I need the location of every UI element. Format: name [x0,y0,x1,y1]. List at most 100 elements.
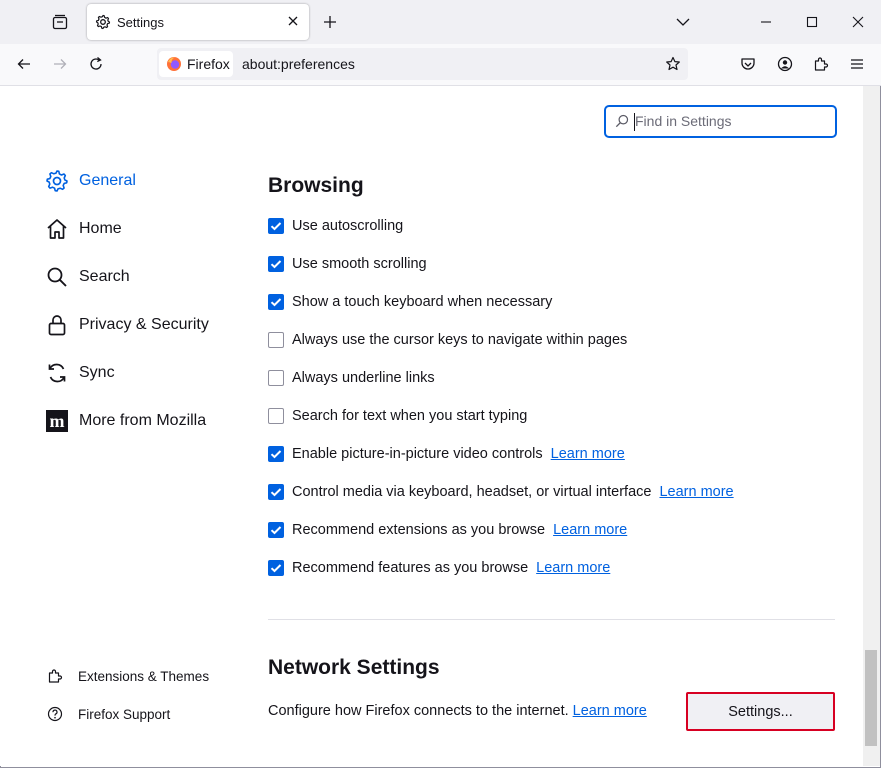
scrollbar[interactable] [863,86,880,766]
checkmark-icon [270,564,282,573]
sidebar-item-label: Privacy & Security [79,316,209,333]
puzzle-icon [48,669,63,683]
checkbox[interactable] [268,256,284,272]
identity-label: Firefox [187,56,230,72]
checkbox[interactable] [268,446,284,462]
option-label: Use autoscrolling [292,218,404,234]
network-settings-button[interactable]: Settings... [686,692,835,731]
find-in-settings[interactable] [604,105,837,138]
checkbox[interactable] [268,294,284,310]
option-label: Recommend extensions as you browse [292,522,546,538]
search-input[interactable] [635,113,825,129]
pocket-icon[interactable] [740,56,756,72]
learn-more-link[interactable]: Learn more [536,560,610,576]
option-search-when-typing[interactable]: Search for text when you start typing [268,406,527,426]
sidebar-item-label: More from Mozilla [79,412,207,429]
option-underline-links[interactable]: Always underline links [268,368,435,388]
option-label: Always use the cursor keys to navigate w… [292,332,628,348]
network-description-text: Configure how Firefox connects to the in… [268,703,569,719]
svg-text:m: m [50,411,65,431]
checkbox[interactable] [268,560,284,576]
option-picture-in-picture[interactable]: Enable picture-in-picture video controls… [268,444,625,464]
checkmark-icon [270,260,282,269]
option-label: Enable picture-in-picture video controls [292,446,543,462]
sidebar-footer-firefox-support[interactable]: Firefox Support [47,704,170,724]
list-tabs-chevron-down-icon[interactable] [675,14,691,30]
url-text[interactable]: about:preferences [242,56,355,72]
footer-label: Extensions & Themes [78,668,210,684]
menu-hamburger-icon[interactable] [849,56,865,72]
network-description: Configure how Firefox connects to the in… [268,703,647,719]
navigation-toolbar: Firefox about:preferences [0,44,881,86]
checkbox[interactable] [268,370,284,386]
browsing-heading: Browsing [268,174,364,197]
option-label: Control media via keyboard, headset, or … [292,484,652,500]
forward-arrow-icon[interactable] [52,56,68,72]
checkbox[interactable] [268,522,284,538]
identity-box[interactable]: Firefox [159,51,233,77]
back-arrow-icon[interactable] [16,56,32,72]
help-icon [47,706,63,722]
extensions-puzzle-icon[interactable] [813,56,829,72]
option-label: Recommend features as you browse [292,560,529,576]
option-label: Search for text when you start typing [292,408,528,424]
tab-title: Settings [117,15,164,30]
option-autoscrolling[interactable]: Use autoscrolling [268,216,403,236]
account-icon[interactable] [777,56,793,72]
option-media-control[interactable]: Control media via keyboard, headset, or … [268,482,734,502]
option-recommend-features[interactable]: Recommend features as you browse Learn m… [268,558,610,578]
sidebar-item-privacy[interactable]: Privacy & Security [45,311,209,339]
checkmark-icon [270,222,282,231]
tab-settings[interactable]: Settings [87,4,309,40]
tab-overview-icon[interactable] [52,14,68,30]
checkmark-icon [270,450,282,459]
learn-more-link[interactable]: Learn more [551,446,625,462]
checkbox[interactable] [268,484,284,500]
checkbox[interactable] [268,332,284,348]
new-tab-icon[interactable] [322,14,338,30]
checkmark-icon [270,488,282,497]
option-cursor-keys[interactable]: Always use the cursor keys to navigate w… [268,330,627,350]
maximize-icon[interactable] [804,14,820,30]
search-icon [615,114,629,128]
gear-icon [46,170,68,192]
tab-bar: Settings [0,0,881,44]
firefox-logo-icon [167,57,181,71]
checkmark-icon [270,298,282,307]
close-window-icon[interactable] [850,14,866,30]
sidebar-item-sync[interactable]: Sync [45,359,115,387]
learn-more-link[interactable]: Learn more [553,522,627,538]
sidebar-item-more-from-mozilla[interactable]: m More from Mozilla [45,407,206,435]
url-bar[interactable]: Firefox about:preferences [157,48,688,80]
network-settings-heading: Network Settings [268,656,440,679]
sidebar-item-home[interactable]: Home [45,215,122,243]
sidebar-item-general[interactable]: General [45,167,136,195]
checkbox[interactable] [268,218,284,234]
gear-icon [95,14,111,30]
close-tab-icon[interactable] [285,13,301,29]
checkbox[interactable] [268,408,284,424]
minimize-icon[interactable] [758,14,774,30]
section-divider [268,619,835,620]
reload-icon[interactable] [88,56,104,72]
footer-label: Firefox Support [78,706,171,722]
learn-more-link[interactable]: Learn more [573,703,647,719]
scrollbar-thumb[interactable] [865,650,877,746]
learn-more-link[interactable]: Learn more [659,484,733,500]
lock-icon [48,315,66,336]
option-touch-keyboard[interactable]: Show a touch keyboard when necessary [268,292,552,312]
option-label: Show a touch keyboard when necessary [292,294,553,310]
preferences-content: General Home Search Privacy & Security S… [0,86,863,766]
sidebar-item-label: General [79,172,136,189]
sidebar-footer-extensions-themes[interactable]: Extensions & Themes [47,666,209,686]
option-label: Use smooth scrolling [292,256,427,272]
sidebar-item-search[interactable]: Search [45,263,130,291]
mozilla-icon: m [46,410,68,432]
option-recommend-extensions[interactable]: Recommend extensions as you browse Learn… [268,520,627,540]
bookmark-star-icon[interactable] [665,56,681,72]
sidebar-item-label: Home [79,220,122,237]
home-icon [47,219,67,239]
sidebar-item-label: Search [79,268,130,285]
sidebar-item-label: Sync [79,364,115,381]
option-smooth-scrolling[interactable]: Use smooth scrolling [268,254,427,274]
